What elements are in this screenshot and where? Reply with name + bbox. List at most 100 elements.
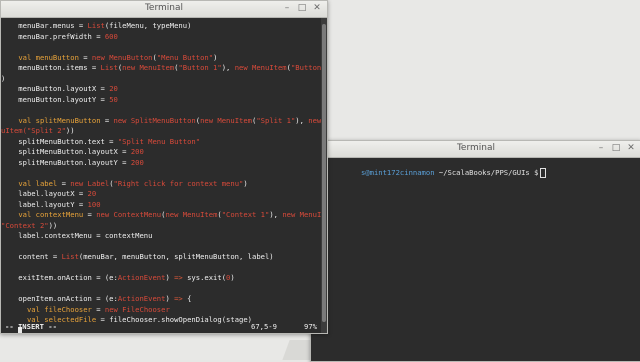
code-line: label.layoutX = 20 — [1, 189, 327, 200]
code-token: (fileMenu, typeMenu) — [104, 21, 192, 30]
code-token: = — [83, 210, 97, 219]
code-token: "Context 1" — [221, 210, 270, 219]
code-token: openItem.onAction = (e: — [1, 294, 118, 303]
minimize-icon[interactable]: – — [282, 4, 292, 14]
code-token: = — [78, 52, 92, 62]
code-token: "Right click for context menu" — [113, 178, 244, 188]
cursor-position: 67,5-9 — [251, 322, 277, 331]
code-token: ) — [230, 273, 235, 282]
code-token: (menuBar, menuButton, splitMenuButton, l… — [78, 252, 274, 261]
code-editor[interactable]: menuBar.menus = List(fileMenu, typeMenu)… — [1, 21, 327, 333]
window-title: Terminal — [144, 3, 184, 13]
code-token: => — [174, 294, 183, 303]
code-token: 20 — [87, 189, 97, 198]
code-line: label.layoutY = 100 — [1, 200, 327, 211]
terminal-window-1[interactable]: Terminal – □ ✕ menuBar.menus = List(file… — [0, 0, 328, 334]
scrollbar[interactable] — [321, 18, 327, 333]
terminal-content[interactable]: s@mint172cinnamon ~/ScalaBooks/PPS/GUIs … — [311, 158, 640, 361]
code-token: 200 — [130, 147, 144, 156]
code-token: menuBar.prefWidth = — [1, 31, 105, 41]
code-token: label.contextMenu = contextMenu — [1, 231, 153, 240]
code-token: 100 — [87, 199, 101, 209]
code-line: menuButton.items = List(new MenuItem("Bu… — [1, 63, 327, 74]
shell-prompt: s@mint172cinnamon ~/ScalaBooks/PPS/GUIs … — [335, 158, 547, 188]
minimize-icon[interactable]: – — [596, 144, 606, 154]
title-bar[interactable]: Terminal – □ ✕ — [1, 1, 327, 18]
code-line: content = List(menuBar, menuButton, spli… — [1, 252, 327, 263]
code-token: val — [18, 210, 32, 219]
code-token: "Button 1" — [178, 63, 222, 72]
code-token: exitItem.onAction = (e: — [1, 273, 118, 282]
code-line: menuBar.menus = List(fileMenu, typeMenu) — [1, 21, 327, 32]
code-token: = — [57, 178, 71, 188]
code-token: new FileChooser — [104, 304, 170, 314]
code-token: ) — [165, 294, 175, 303]
code-token: val — [18, 178, 32, 188]
editor-area[interactable]: menuBar.menus = List(fileMenu, typeMenu)… — [1, 18, 327, 333]
code-token: = — [100, 115, 114, 125]
code-token: menuButton — [35, 52, 79, 62]
code-line: splitMenuButton.layoutX = 200 — [1, 147, 327, 158]
code-token: ), — [295, 115, 309, 125]
code-token: 200 — [130, 157, 144, 167]
code-token: = — [91, 304, 105, 314]
scrollbar-thumb[interactable] — [322, 24, 326, 322]
close-icon[interactable]: ✕ — [626, 144, 636, 154]
code-token: splitMenuButton — [35, 115, 101, 125]
maximize-icon[interactable]: □ — [297, 4, 307, 14]
code-line: uItem("Split 2")) — [1, 126, 327, 137]
code-token: content = — [1, 252, 62, 261]
code-line: openItem.onAction = (e:ActionEvent) => { — [1, 294, 327, 305]
code-token: 50 — [109, 94, 118, 104]
maximize-icon[interactable]: □ — [611, 144, 621, 154]
prompt-path: ~/ScalaBooks/PPS/GUIs $ — [434, 168, 539, 177]
terminal-cursor — [540, 168, 547, 178]
code-token: List — [100, 63, 118, 72]
code-token: new MenuItem — [165, 210, 218, 219]
code-token: new MenuItem — [200, 115, 253, 125]
code-line: splitMenuButton.layoutY = 200 — [1, 158, 327, 169]
code-token: List — [61, 252, 79, 261]
code-token: )) — [48, 220, 58, 230]
close-icon[interactable]: ✕ — [312, 4, 322, 14]
prompt-user: s@mint172cinnamon — [360, 168, 435, 177]
code-token: ) — [1, 73, 6, 83]
code-token: ) — [213, 52, 218, 62]
code-token: new MenuButton — [91, 52, 153, 62]
code-token: "Split Menu Button" — [117, 136, 201, 146]
code-token: => — [174, 273, 183, 282]
code-token: new SplitMenuButton — [113, 115, 196, 125]
code-token: ), — [221, 63, 235, 72]
code-token: )) — [65, 126, 75, 135]
title-bar[interactable]: Terminal – □ ✕ — [311, 141, 640, 158]
code-token: val — [18, 52, 32, 62]
code-token: new MenuItem — [122, 63, 175, 72]
code-token: new MenuItem — [234, 63, 287, 72]
terminal-window-2[interactable]: Terminal – □ ✕ s@mint172cinnamon ~/Scala… — [310, 140, 640, 362]
code-token: new Label — [70, 178, 110, 188]
code-token: uItem( — [1, 126, 27, 135]
code-line: menuButton.layoutX = 20 — [1, 84, 327, 95]
code-line: menuButton.layoutY = 50 — [1, 95, 327, 106]
code-token: 20 — [109, 84, 118, 93]
code-token: splitMenuButton.text = — [1, 136, 118, 146]
code-token: ActionEvent — [117, 294, 166, 303]
code-line: splitMenuButton.text = "Split Menu Butto… — [1, 137, 327, 148]
code-token: ActionEvent — [117, 273, 166, 282]
code-token: menuButton.layoutX = — [1, 84, 110, 93]
code-token: val — [26, 304, 40, 314]
code-token: sys.exit( — [182, 273, 227, 282]
mode-indicator: -- INSERT -- — [5, 322, 57, 331]
code-token: ) — [165, 273, 175, 282]
window-title: Terminal — [456, 143, 496, 153]
code-token: splitMenuButton.layoutY = — [1, 157, 131, 167]
